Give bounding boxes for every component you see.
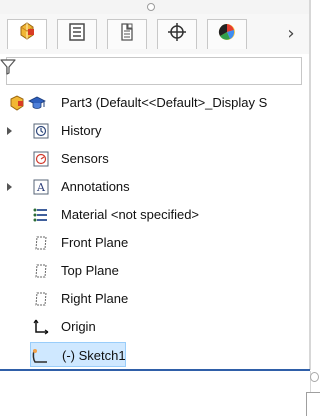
displaymanager-tab[interactable] bbox=[207, 19, 247, 49]
feature-tree: Part3 (Default<<Default>_Display S Histo… bbox=[0, 88, 311, 370]
tree-item-right-plane[interactable]: Right Plane bbox=[0, 286, 310, 312]
tree-item-label: Material <not specified> bbox=[61, 207, 200, 222]
tree-item-sensors[interactable]: Sensors bbox=[0, 146, 310, 172]
dimxpertmanager-tab[interactable] bbox=[157, 19, 197, 49]
propertymanager-tab[interactable] bbox=[57, 19, 97, 49]
expand-arrow-icon[interactable] bbox=[6, 182, 14, 192]
origin-icon bbox=[32, 318, 50, 336]
filter-row bbox=[0, 54, 311, 89]
history-icon bbox=[32, 122, 50, 140]
sketch-icon bbox=[31, 347, 49, 365]
featuremanager-icon bbox=[16, 21, 38, 48]
tree-item-label: Origin bbox=[61, 319, 96, 334]
tree-item-material[interactable]: Material <not specified> bbox=[0, 202, 310, 228]
tree-item-label: Annotations bbox=[61, 179, 130, 194]
part-icon bbox=[8, 94, 26, 112]
expand-arrow-icon[interactable] bbox=[6, 126, 14, 136]
plane-icon bbox=[32, 290, 50, 308]
plane-icon bbox=[32, 234, 50, 252]
tree-item-origin[interactable]: Origin bbox=[0, 314, 310, 340]
tree-item-label: Sensors bbox=[61, 151, 109, 166]
tree-item-label: History bbox=[61, 123, 102, 138]
svg-text:A: A bbox=[36, 181, 46, 194]
tree-item-history[interactable]: History bbox=[0, 118, 310, 144]
tree-item-annotations[interactable]: A Annotations bbox=[0, 174, 310, 200]
material-icon bbox=[32, 206, 50, 224]
filter-icon[interactable] bbox=[0, 58, 16, 76]
panel-grip-handle[interactable] bbox=[147, 3, 155, 11]
tree-item-label: Right Plane bbox=[61, 291, 129, 306]
panel-top-strip bbox=[0, 0, 311, 14]
more-tabs-arrow[interactable]: › bbox=[282, 23, 300, 44]
graphics-area-corner bbox=[306, 392, 320, 416]
tree-item-front-plane[interactable]: Front Plane bbox=[0, 230, 310, 256]
dimxpert-icon bbox=[166, 21, 188, 48]
graduation-cap-icon bbox=[28, 94, 46, 112]
tree-item-top-plane[interactable]: Top Plane bbox=[0, 258, 310, 284]
lower-panel-area bbox=[0, 371, 311, 416]
configurationmanager-tab[interactable] bbox=[107, 19, 147, 49]
featuremanager-panel: › Part3 (Default<<Default>_Display S His… bbox=[0, 0, 320, 416]
displaymanager-icon bbox=[216, 21, 238, 48]
featuremanager-tab[interactable] bbox=[7, 19, 47, 49]
annotations-icon: A bbox=[32, 178, 50, 196]
tree-item-label: Front Plane bbox=[61, 235, 129, 250]
tree-root-label: Part3 (Default<<Default>_Display S bbox=[61, 95, 268, 110]
plane-icon bbox=[32, 262, 50, 280]
filter-input[interactable] bbox=[6, 57, 302, 85]
panel-splitter-handle[interactable] bbox=[310, 372, 319, 382]
tree-item-label: (-) Sketch1 bbox=[62, 348, 126, 363]
tree-item-sketch1[interactable]: (-) Sketch1 bbox=[30, 342, 126, 367]
configurationmanager-icon bbox=[116, 21, 138, 48]
sensors-icon bbox=[32, 150, 50, 168]
propertymanager-icon bbox=[66, 21, 88, 48]
tree-item-label: Top Plane bbox=[61, 263, 119, 278]
panel-tabs: › bbox=[0, 14, 311, 55]
panel-right-border bbox=[309, 0, 310, 369]
tree-root-row[interactable]: Part3 (Default<<Default>_Display S bbox=[0, 90, 310, 116]
